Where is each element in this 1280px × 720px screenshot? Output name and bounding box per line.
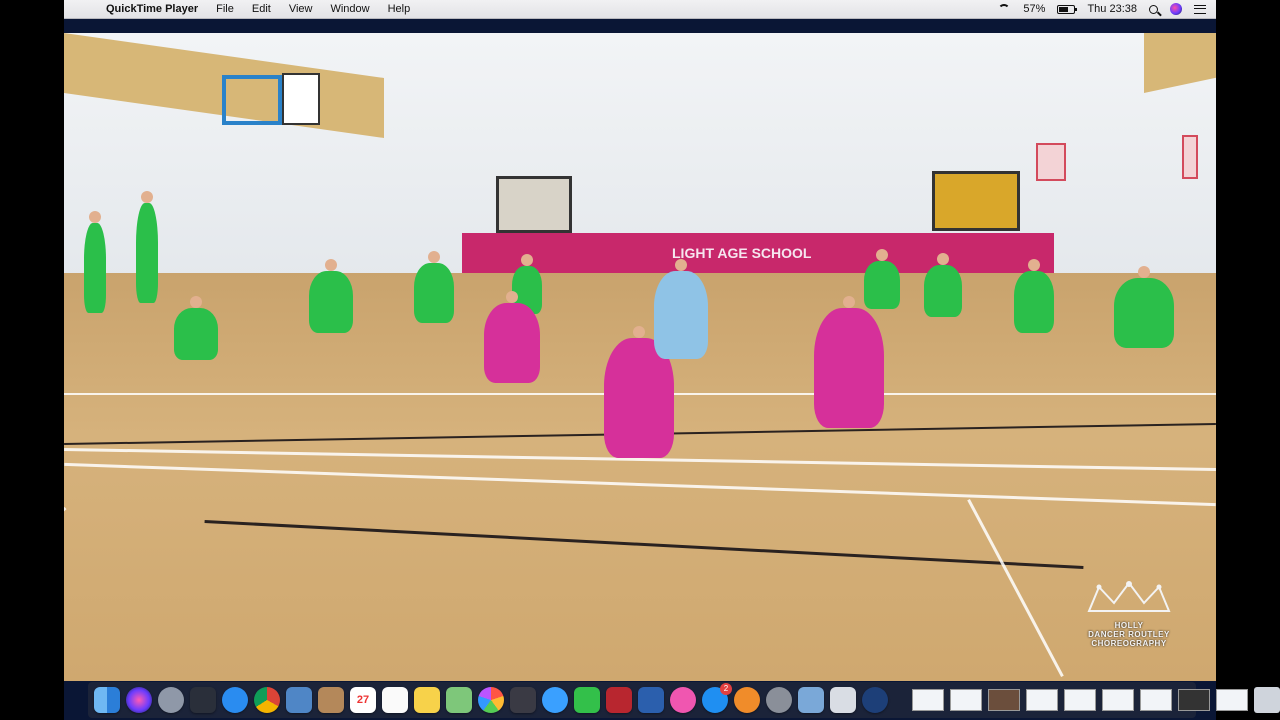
safari-icon[interactable] <box>222 687 248 713</box>
yellow-doors <box>932 171 1020 231</box>
watermark-logo: HOLLY DANCER ROUTLEY CHOREOGRAPHY <box>1044 581 1214 661</box>
maps-icon[interactable] <box>446 687 472 713</box>
menu-file[interactable]: File <box>216 3 234 15</box>
dancer-green <box>414 251 454 323</box>
watermark-line3: CHOREOGRAPHY <box>1091 639 1167 648</box>
watermark-line1: HOLLY <box>1114 621 1144 630</box>
dancer-pink <box>814 296 884 428</box>
crown-icon <box>1087 581 1171 612</box>
gym-doorway <box>496 176 572 233</box>
spotlight-icon[interactable] <box>1149 4 1158 14</box>
minimized-window[interactable] <box>1026 689 1058 711</box>
wall-poster <box>1036 143 1066 181</box>
minimized-window[interactable] <box>1064 689 1096 711</box>
imovie-icon[interactable] <box>510 687 536 713</box>
word-icon[interactable] <box>638 687 664 713</box>
menu-edit[interactable]: Edit <box>252 3 271 15</box>
minimized-window[interactable] <box>912 689 944 711</box>
backboard <box>282 73 320 125</box>
dancer-green <box>309 259 353 333</box>
menu-help[interactable]: Help <box>388 3 411 15</box>
itunes-icon[interactable] <box>670 687 696 713</box>
wifi-icon[interactable] <box>997 4 1011 14</box>
photo-booth-icon[interactable] <box>606 687 632 713</box>
dancer-green <box>136 191 158 303</box>
status-area: 57% Thu 23:38 <box>997 3 1216 15</box>
mat-banner-text: LIGHT AGE SCHOOL <box>672 245 812 261</box>
watermark-line2: DANCER ROUTLEY <box>1088 630 1170 639</box>
calendar-day: 27 <box>356 694 370 706</box>
trash-icon[interactable] <box>1254 687 1280 713</box>
launchpad-icon[interactable] <box>158 687 184 713</box>
dock: 27 2 <box>88 682 1280 718</box>
screen-sharing-icon[interactable] <box>830 687 856 713</box>
minimized-window[interactable] <box>988 689 1020 711</box>
menu-view[interactable]: View <box>289 3 313 15</box>
dancer-blue <box>654 259 708 359</box>
clock[interactable]: Thu 23:38 <box>1087 3 1137 15</box>
dancer-green <box>1014 259 1054 333</box>
photos-icon[interactable] <box>478 687 504 713</box>
dancer-green <box>1114 266 1174 348</box>
basketball-frame <box>222 75 282 125</box>
minimized-window[interactable] <box>1140 689 1172 711</box>
siri-icon[interactable] <box>126 687 152 713</box>
siri-menubar-icon[interactable] <box>1170 3 1182 15</box>
reminders-icon[interactable] <box>382 687 408 713</box>
battery-percent: 57% <box>1023 3 1046 15</box>
ibooks-icon[interactable] <box>734 687 760 713</box>
crash-mat: LIGHT AGE SCHOOL <box>462 233 1054 273</box>
messages-icon[interactable] <box>542 687 568 713</box>
minimized-window[interactable] <box>1178 689 1210 711</box>
battery-icon[interactable] <box>1057 4 1078 14</box>
preview-icon[interactable] <box>286 687 312 713</box>
dashboard-icon[interactable] <box>190 687 216 713</box>
system-preferences-icon[interactable] <box>766 687 792 713</box>
calendar-icon[interactable]: 27 <box>350 687 376 713</box>
image-capture-icon[interactable] <box>798 687 824 713</box>
notes-icon[interactable] <box>414 687 440 713</box>
menu-window[interactable]: Window <box>330 3 369 15</box>
notification-center-icon[interactable] <box>1194 4 1206 14</box>
dancer-pink <box>484 291 540 383</box>
minimized-window[interactable] <box>1102 689 1134 711</box>
finder-icon[interactable] <box>94 687 120 713</box>
app-menu[interactable]: QuickTime Player <box>106 3 198 15</box>
dancer-green <box>924 253 962 317</box>
minimized-window[interactable] <box>950 689 982 711</box>
appstore-badge: 2 <box>720 683 732 695</box>
quicktime-icon[interactable] <box>862 687 888 713</box>
wall-poster-right <box>1182 135 1198 179</box>
minimized-window[interactable] <box>1216 689 1248 711</box>
dancer-green <box>84 211 106 313</box>
chrome-icon[interactable] <box>254 687 280 713</box>
video-frame[interactable]: LIGHT AGE SCHOOL HOLLY DANCER ROUTLEY CH… <box>64 33 1216 681</box>
dancer-green <box>864 249 900 309</box>
dancer-green <box>174 296 218 360</box>
appstore-icon[interactable]: 2 <box>702 683 732 713</box>
menu-bar: QuickTime Player File Edit View Window H… <box>64 0 1216 19</box>
contacts-icon[interactable] <box>318 687 344 713</box>
facetime-icon[interactable] <box>574 687 600 713</box>
